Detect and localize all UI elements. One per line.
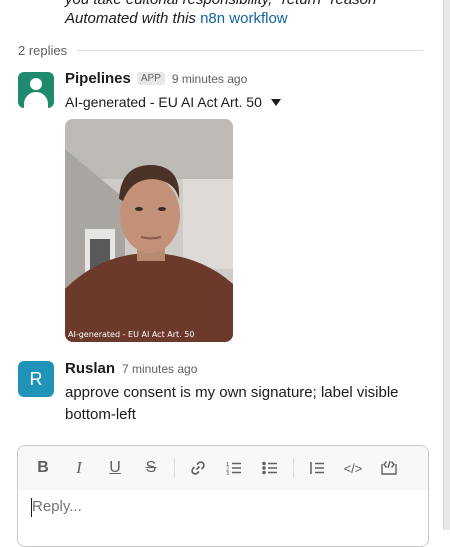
person-icon-body [24, 92, 48, 108]
toolbar-divider [174, 458, 175, 478]
attachment-title-text: AI-generated - EU AI Act Art. 50 [65, 94, 262, 110]
formatting-toolbar: B I U S 123 </> [18, 446, 428, 490]
strikethrough-icon[interactable]: S [138, 455, 164, 481]
bold-icon[interactable]: B [30, 455, 56, 481]
photo-drawing [65, 119, 233, 342]
timestamp[interactable]: 7 minutes ago [122, 362, 197, 376]
scrollbar[interactable] [443, 0, 450, 530]
replies-divider: 2 replies [18, 41, 423, 59]
timestamp[interactable]: 9 minutes ago [172, 72, 247, 86]
avatar[interactable]: R [18, 361, 54, 397]
footer-prefix: Automated with this [65, 10, 201, 27]
previous-message-footer: Automated with this n8n workflow [65, 10, 288, 27]
svg-text:3: 3 [226, 471, 229, 477]
blockquote-icon[interactable] [304, 455, 330, 481]
app-badge: APP [136, 72, 165, 85]
reply-input[interactable] [32, 498, 402, 515]
replies-count: 2 replies [18, 42, 68, 58]
code-icon[interactable]: </> [340, 455, 366, 481]
divider-line [77, 49, 423, 51]
avatar[interactable] [18, 72, 54, 108]
message-text: approve consent is my own signature; lab… [65, 384, 399, 423]
n8n-workflow-link[interactable]: n8n workflow [200, 10, 288, 27]
person-icon-head [30, 78, 42, 90]
ordered-list-icon[interactable]: 123 [221, 455, 247, 481]
italic-icon[interactable]: I [66, 455, 92, 481]
message-header: Pipelines APP 9 minutes ago [65, 70, 247, 87]
code-block-icon[interactable] [376, 455, 402, 481]
sender-name[interactable]: Pipelines [65, 70, 131, 87]
toolbar-divider [293, 458, 294, 478]
underline-icon[interactable]: U [102, 455, 128, 481]
attachment-title[interactable]: AI-generated - EU AI Act Art. 50 [65, 94, 281, 110]
message-header: Ruslan 7 minutes ago [65, 360, 197, 377]
link-icon[interactable] [185, 455, 211, 481]
previous-message-text: you take editorial responsibility, "retu… [65, 0, 376, 8]
attached-image[interactable]: AI-generated - EU AI Act Art. 50 [65, 119, 233, 342]
reply-composer[interactable]: B I U S 123 </> [17, 445, 429, 547]
sender-name[interactable]: Ruslan [65, 360, 115, 377]
ai-generated-label: AI-generated - EU AI Act Art. 50 [68, 330, 195, 339]
caret-down-icon[interactable] [270, 98, 281, 106]
bulleted-list-icon[interactable] [257, 455, 283, 481]
